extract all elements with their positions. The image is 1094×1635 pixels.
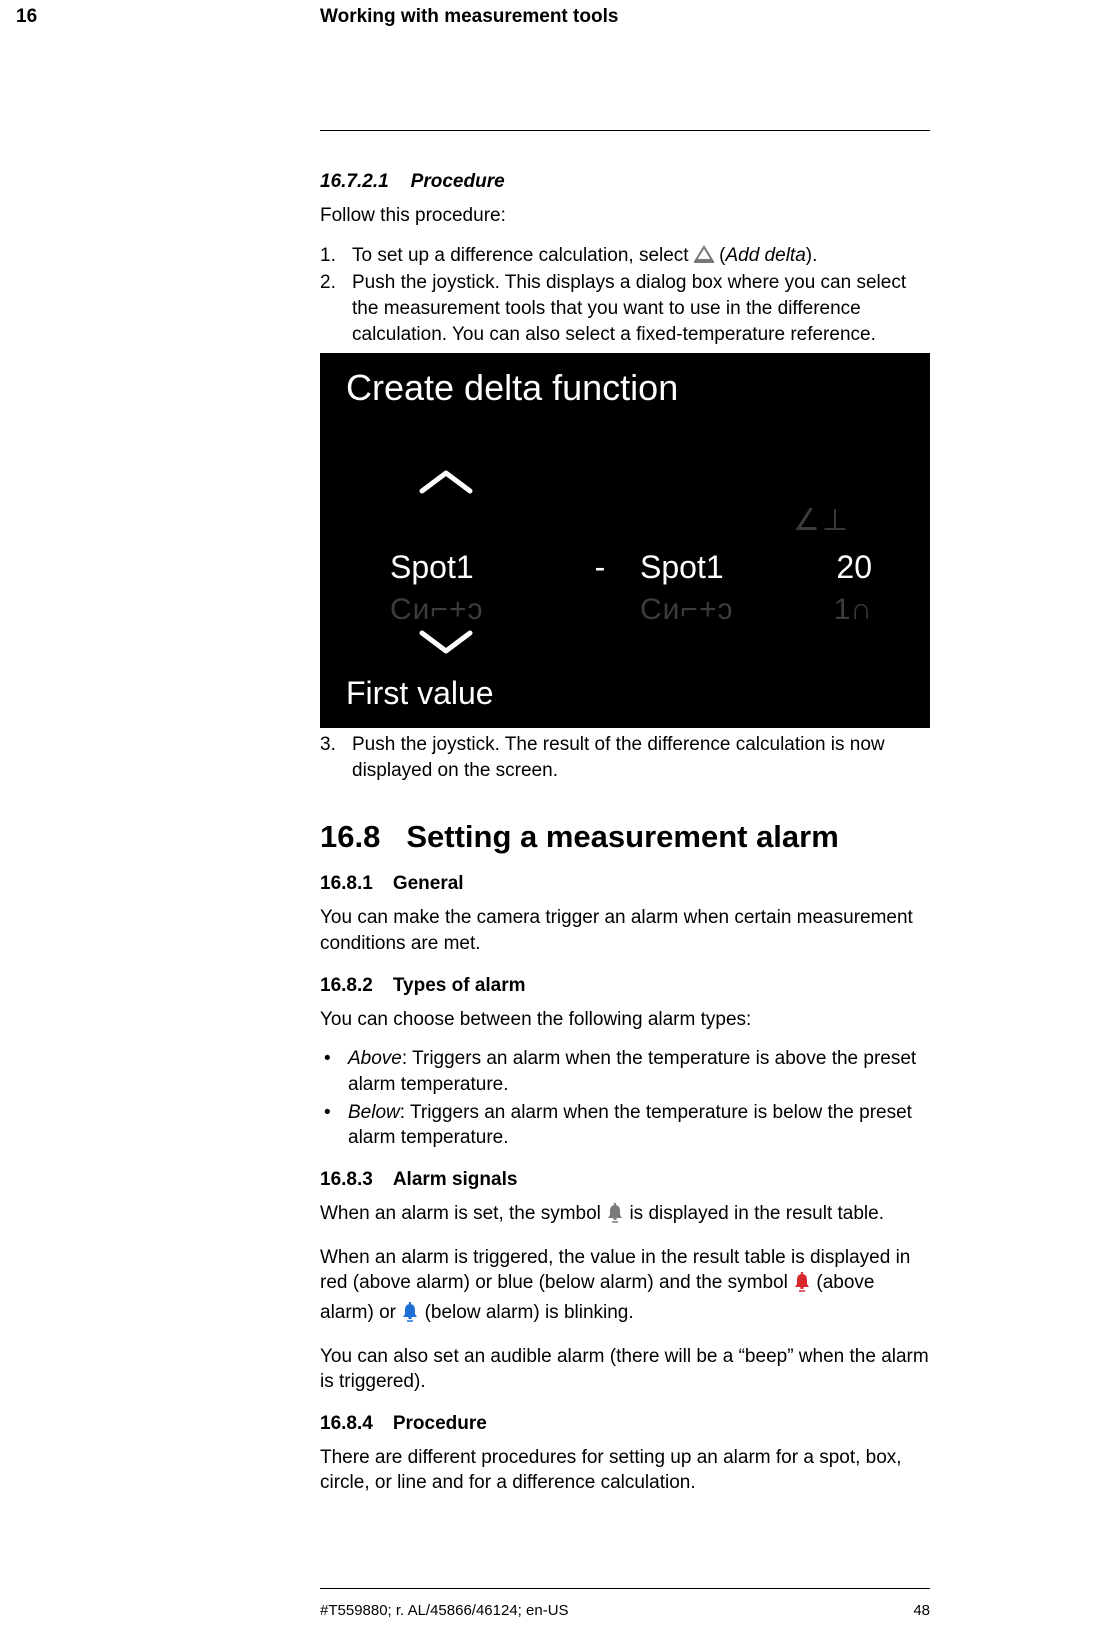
p1-b: is displayed in the result table. [629, 1203, 884, 1224]
bell-grey-icon [606, 1203, 624, 1231]
procedure-intro: Follow this procedure: [320, 203, 930, 229]
above-text: : Triggers an alarm when the temperature… [348, 1048, 916, 1095]
chapter-title: Working with measurement tools [320, 6, 618, 28]
section-title: Procedure [411, 171, 505, 192]
section-title: Procedure [393, 1413, 487, 1434]
section-title: Types of alarm [393, 975, 526, 996]
step-1: 1. To set up a difference calculation, s… [320, 243, 930, 271]
bell-red-icon [793, 1272, 811, 1300]
general-text: You can make the camera trigger an alarm… [320, 905, 930, 956]
step-number: 1. [320, 243, 336, 269]
section-number: 16.8.4 [320, 1413, 373, 1434]
section-16-8-1-heading: 16.8.1 General [320, 873, 930, 895]
chevron-up-icon [416, 465, 476, 504]
row-value: 20 [810, 549, 902, 586]
procedure-steps: 1. To set up a difference calculation, s… [320, 243, 930, 348]
section-number: 16.8.3 [320, 1169, 373, 1190]
second-spot-label: Spot1 [640, 549, 810, 586]
faint-value: 1∩ [810, 593, 902, 627]
procedure-text: There are different procedures for setti… [320, 1445, 930, 1496]
minus-separator: - [560, 549, 640, 586]
step-3: 3. Push the joystick. The result of the … [320, 732, 930, 783]
p1-a: When an alarm is set, the symbol [320, 1203, 606, 1224]
faint-partial-text: ∠⊥ [793, 503, 850, 538]
first-spot-label: Spot1 [390, 549, 560, 586]
above-label: Above [348, 1048, 402, 1069]
alarm-type-below: Below: Triggers an alarm when the temper… [320, 1100, 930, 1151]
section-16-8-heading: 16.8 Setting a measurement alarm [320, 819, 930, 855]
section-16-8-4-heading: 16.8.4 Procedure [320, 1413, 930, 1435]
below-label: Below [348, 1102, 400, 1123]
section-title: Alarm signals [393, 1169, 518, 1190]
section-16-8-2-heading: 16.8.2 Types of alarm [320, 975, 930, 997]
section-title: General [393, 873, 464, 894]
below-text: : Triggers an alarm when the temperature… [348, 1102, 912, 1149]
step-1-text-d: ). [806, 245, 818, 266]
chevron-down-icon [416, 625, 476, 664]
bell-blue-icon [401, 1302, 419, 1330]
p2-c: (below alarm) is blinking. [425, 1302, 634, 1323]
section-16-8-3-heading: 16.8.3 Alarm signals [320, 1169, 930, 1191]
content-area: 16.7.2.1 Procedure Follow this procedure:… [320, 130, 930, 1510]
figure-faint-row: Cᴎ⌐+ɔ Cᴎ⌐+ɔ 1∩ [390, 593, 902, 627]
delta-icon [694, 245, 714, 271]
section-number: 16.7.2.1 [320, 171, 389, 192]
step-number: 2. [320, 270, 336, 296]
figure-bottom-label: First value [346, 675, 494, 712]
add-delta-label: Add delta [725, 245, 805, 266]
figure-title: Create delta function [346, 367, 678, 409]
step-3-text: Push the joystick. The result of the dif… [352, 734, 885, 781]
types-intro: You can choose between the following ala… [320, 1007, 930, 1033]
top-rule [320, 130, 930, 131]
footer-rule [320, 1588, 930, 1589]
section-title: Setting a measurement alarm [406, 819, 838, 854]
step-number: 3. [320, 732, 336, 758]
section-number: 16.8.2 [320, 975, 373, 996]
alarm-signals-p3: You can also set an audible alarm (there… [320, 1344, 930, 1395]
section-number: 16.8.1 [320, 873, 373, 894]
alarm-type-above: Above: Triggers an alarm when the temper… [320, 1046, 930, 1097]
faint-col3: Cᴎ⌐+ɔ [640, 593, 810, 627]
alarm-types-list: Above: Triggers an alarm when the temper… [320, 1046, 930, 1151]
create-delta-figure: Create delta function ∠⊥ Spot1 - Spot1 2… [320, 353, 930, 728]
figure-main-row: Spot1 - Spot1 20 [390, 549, 902, 586]
procedure-steps-cont: 3. Push the joystick. The result of the … [320, 732, 930, 783]
faint-col1: Cᴎ⌐+ɔ [390, 593, 560, 627]
step-2-text: Push the joystick. This displays a dialo… [352, 272, 906, 344]
alarm-signals-p2: When an alarm is triggered, the value in… [320, 1245, 930, 1330]
step-1-text-a: To set up a difference calculation, sele… [352, 245, 694, 266]
footer-page-number: 48 [913, 1602, 930, 1619]
section-number: 16.8 [320, 819, 380, 854]
footer-doc-id: #T559880; r. AL/45866/46124; en-US [320, 1602, 569, 1619]
alarm-signals-p1: When an alarm is set, the symbol is disp… [320, 1201, 930, 1231]
chapter-number: 16 [16, 6, 37, 28]
step-2: 2. Push the joystick. This displays a di… [320, 270, 930, 347]
section-16-7-2-1-heading: 16.7.2.1 Procedure [320, 171, 930, 193]
